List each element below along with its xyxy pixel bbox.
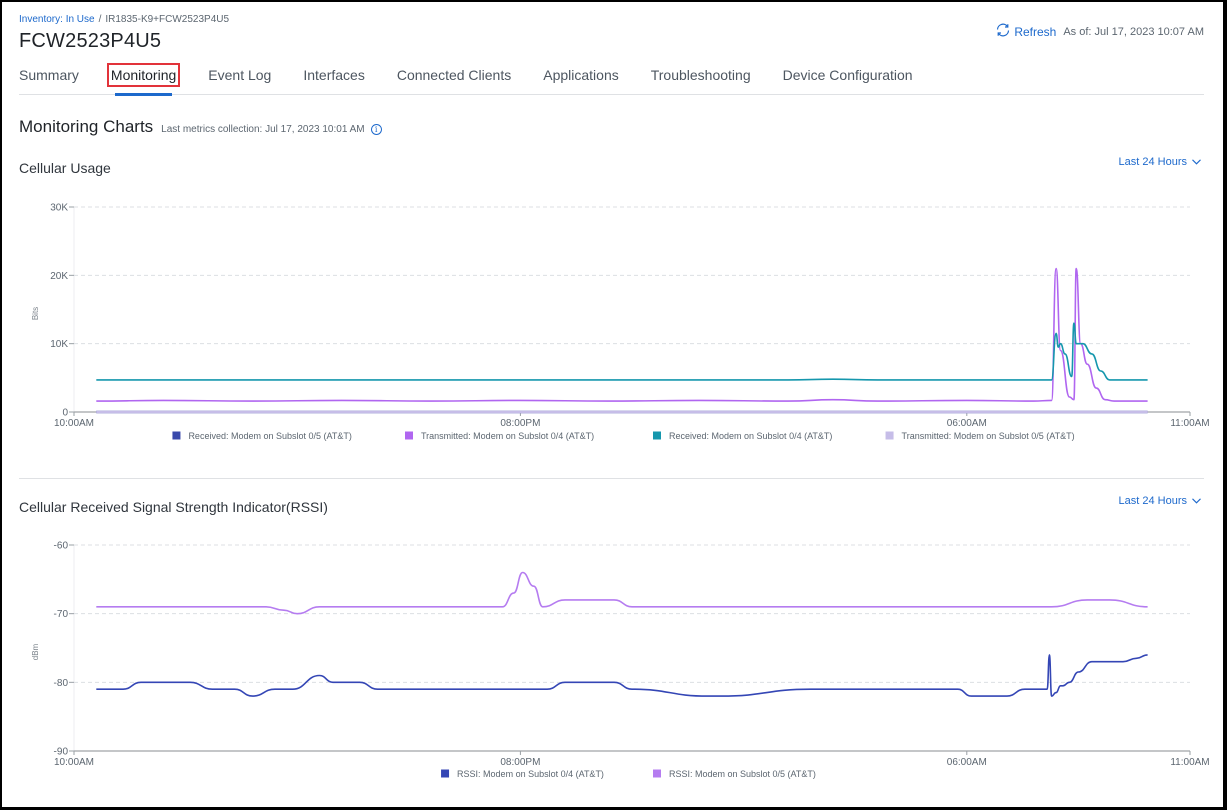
series-line-2[interactable] [96,322,1148,381]
rssi-legend: RSSI: Modem on Subslot 0/4 (AT&T) RSSI: M… [441,769,816,779]
x-tick-label: 10:00AM [54,757,94,768]
y-tick-label: -80 [54,678,69,689]
legend-label: RSSI: Modem on Subslot 0/4 (AT&T) [457,769,604,779]
y-tick-label: -70 [54,609,69,620]
legend-label: Received: Modem on Subslot 0/4 (AT&T) [669,431,832,441]
y-tick-label: 30K [50,203,68,214]
x-tick-label: 10:00AM [54,418,94,429]
x-tick-label: 08:00PM [500,418,540,429]
legend-swatch [172,431,181,440]
legend-item[interactable]: Received: Modem on Subslot 0/5 (AT&T) [172,431,352,441]
legend-label: RSSI: Modem on Subslot 0/5 (AT&T) [669,769,816,779]
x-tick-label: 11:00AM [1170,418,1209,429]
series-line-1[interactable] [96,571,1148,615]
legend-swatch [405,431,413,440]
y-tick-label: -90 [54,747,69,758]
y-tick-label: 10K [50,339,68,350]
legend-item[interactable]: Transmitted: Modem on Subslot 0/5 (AT&T) [885,431,1075,441]
y-tick-label: 20K [50,271,68,282]
legend-item[interactable]: Received: Modem on Subslot 0/4 (AT&T) [653,431,832,441]
legend-item[interactable]: RSSI: Modem on Subslot 0/4 (AT&T) [441,769,604,779]
cellular-usage-chart: 0 10K 20K 30K 10:00AM 08:00PM 06:00AM 11:00AM Bi… [31,203,1210,780]
series-line-1[interactable] [96,267,1148,402]
legend-label: Transmitted: Modem on Subslot 0/4 (AT&T) [421,431,594,441]
y-tick-label: -60 [54,541,69,552]
legend-label: Transmitted: Modem on Subslot 0/5 (AT&T) [902,431,1075,441]
y-axis-label: Bits [31,307,40,320]
legend-item[interactable]: RSSI: Modem on Subslot 0/5 (AT&T) [653,769,816,779]
x-tick-label: 08:00PM [500,757,540,768]
legend-swatch [885,431,894,440]
legend-swatch [653,769,661,778]
legend-item[interactable]: Transmitted: Modem on Subslot 0/4 (AT&T) [405,431,594,441]
rssi-plot: -90 -80 -70 -60 10:00AM 08:00PM 06:00AM 11:00AM… [31,541,1210,780]
series-line-0[interactable] [96,654,1148,697]
usage-plot: 0 10K 20K 30K 10:00AM 08:00PM 06:00AM 11:00AM Bi… [31,203,1210,442]
device-detail-page: Inventory: In Use / IR1835-K9+FCW2523P4U5 … [2,2,1223,807]
x-tick-label: 11:00AM [1170,757,1209,768]
y-tick-label: 0 [62,408,68,419]
x-tick-label: 06:00AM [947,418,987,429]
x-tick-label: 06:00AM [947,757,987,768]
usage-legend: Received: Modem on Subslot 0/5 (AT&T) Tra… [172,431,1075,441]
legend-swatch [441,769,450,778]
y-axis-label: dBm [31,643,40,660]
legend-label: Received: Modem on Subslot 0/5 (AT&T) [188,431,351,441]
legend-swatch [653,431,661,440]
